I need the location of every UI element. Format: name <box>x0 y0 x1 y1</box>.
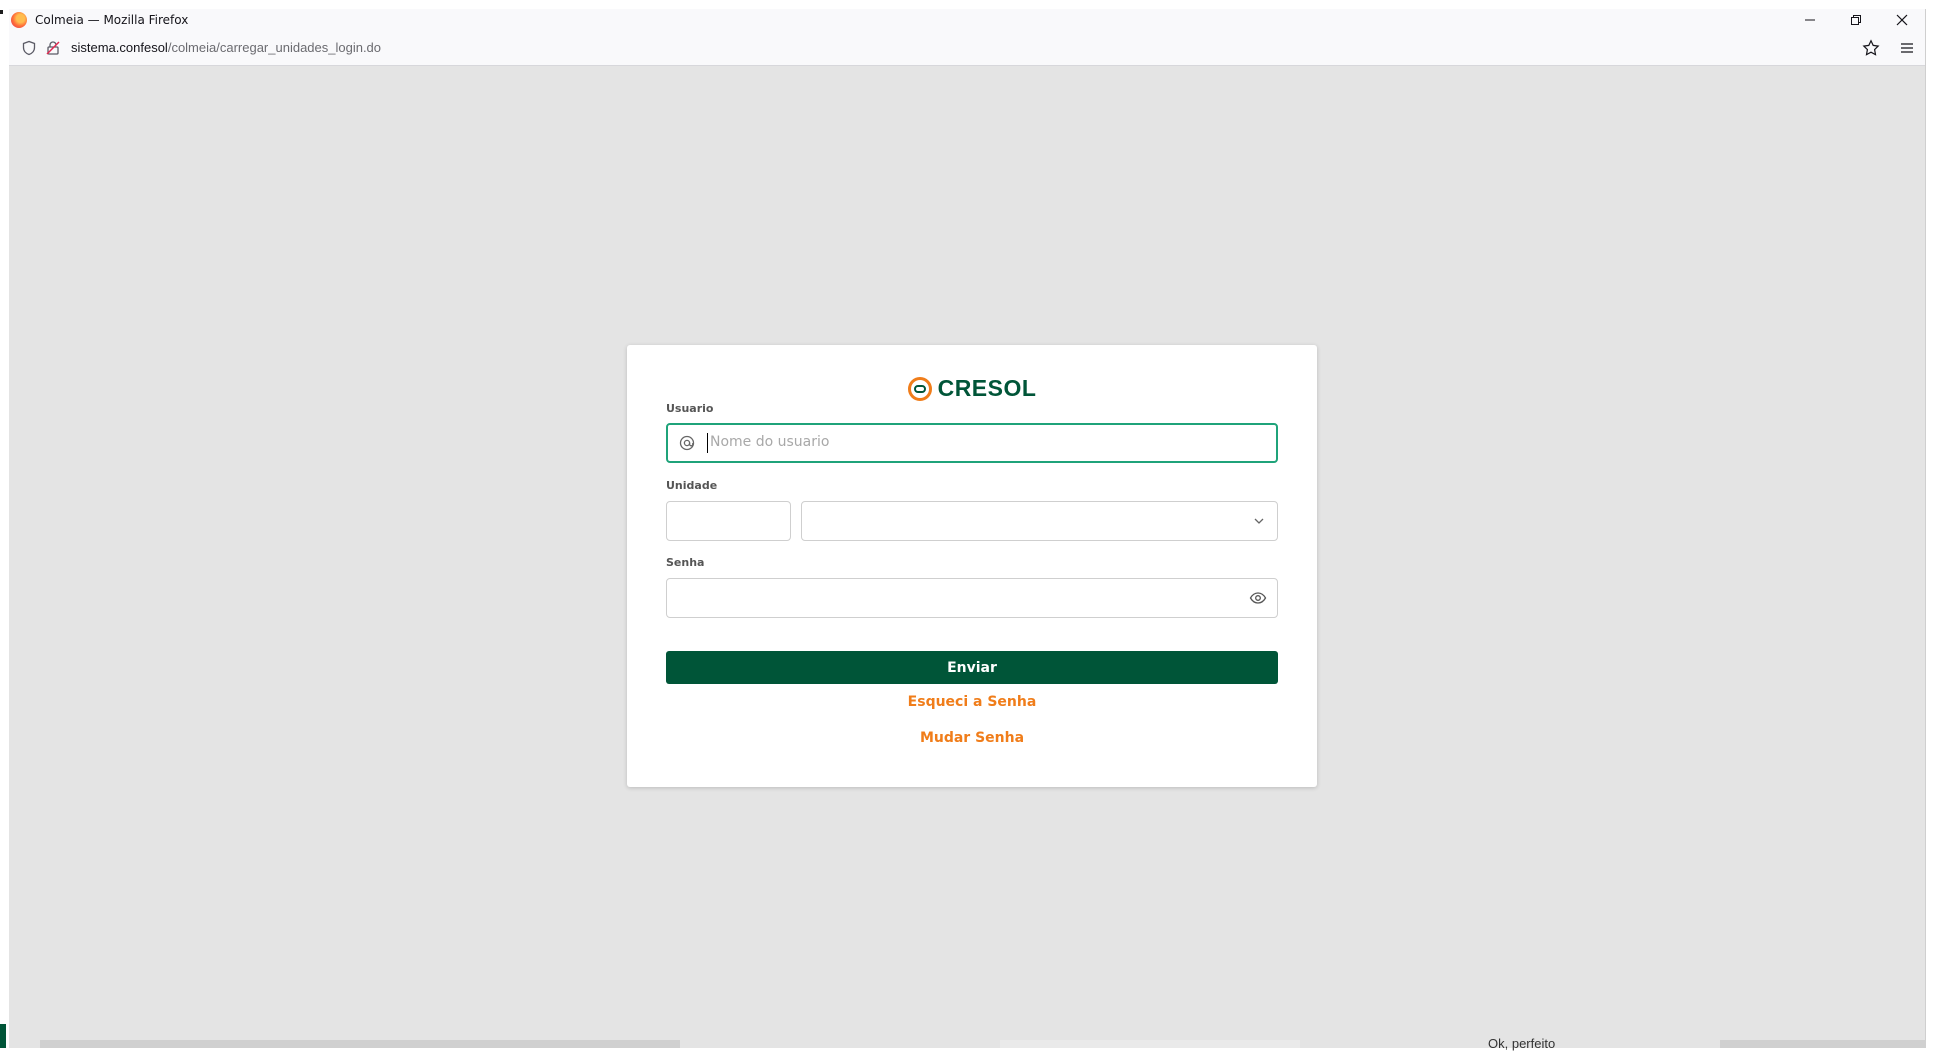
bookmark-star-icon[interactable] <box>1861 38 1881 58</box>
brand-name: CRESOL <box>937 375 1037 401</box>
unidade-select[interactable] <box>801 501 1278 541</box>
url-text[interactable]: sistema.confesol/colmeia/carregar_unidad… <box>71 40 381 55</box>
forgot-password-link: Esqueci a Senha <box>627 694 1317 710</box>
enviar-button[interactable]: Enviar <box>666 651 1278 684</box>
url-path: /colmeia/carregar_unidades_login.do <box>167 40 382 55</box>
menu-hamburger-icon[interactable] <box>1897 38 1917 58</box>
tracking-protection-shield-icon[interactable] <box>19 38 39 58</box>
text-caret <box>707 433 708 453</box>
unidade-label: Unidade <box>666 479 718 492</box>
insecure-lock-icon[interactable] <box>43 38 63 58</box>
left-edge-strip <box>0 0 9 1048</box>
chevron-down-icon <box>1254 518 1264 524</box>
brand-logo: CRESOL <box>627 375 1317 402</box>
taskbar-snippet: Ok, perfeito <box>1488 1036 1556 1051</box>
usuario-input[interactable]: Nome do usuario <box>666 423 1278 463</box>
taskbar-fragment <box>1720 1040 1926 1048</box>
edge-mark <box>0 1024 6 1048</box>
show-password-eye-icon[interactable] <box>1249 590 1267 606</box>
taskbar-fragment <box>40 1040 680 1048</box>
restore-icon <box>1851 14 1861 25</box>
taskbar-fragment <box>1000 1040 1300 1048</box>
window-controls <box>1787 9 1925 30</box>
restore-button[interactable] <box>1833 9 1879 30</box>
minimize-button[interactable] <box>1787 9 1833 30</box>
minimize-icon <box>1805 19 1815 20</box>
url-right-controls <box>1861 30 1917 66</box>
close-icon <box>1896 14 1908 25</box>
cresol-logo-icon <box>907 376 932 401</box>
usuario-placeholder: Nome do usuario <box>710 434 830 450</box>
change-password-link: Mudar Senha <box>627 730 1317 746</box>
forgot-password-link-text[interactable]: Esqueci a Senha <box>908 694 1037 710</box>
usuario-label: Usuario <box>666 402 714 415</box>
firefox-logo-icon <box>11 11 27 28</box>
window-title: Colmeia — Mozilla Firefox <box>35 12 189 27</box>
browser-window: Colmeia — Mozilla Firefox sistema.confes… <box>9 9 1926 1048</box>
senha-label: Senha <box>666 556 705 569</box>
at-sign-icon <box>679 435 695 451</box>
edge-mark <box>0 10 3 14</box>
url-domain: sistema.confesol <box>71 40 168 55</box>
senha-input[interactable] <box>666 578 1278 618</box>
login-card: CRESOL Usuario Nome do usuario Unidade S <box>627 345 1317 787</box>
close-window-button[interactable] <box>1879 9 1925 30</box>
title-bar: Colmeia — Mozilla Firefox <box>9 9 1925 30</box>
unidade-code-input[interactable] <box>666 501 791 541</box>
change-password-link-text[interactable]: Mudar Senha <box>920 730 1024 746</box>
page-content: CRESOL Usuario Nome do usuario Unidade S <box>9 66 1925 1048</box>
address-bar[interactable]: sistema.confesol/colmeia/carregar_unidad… <box>9 30 1925 66</box>
